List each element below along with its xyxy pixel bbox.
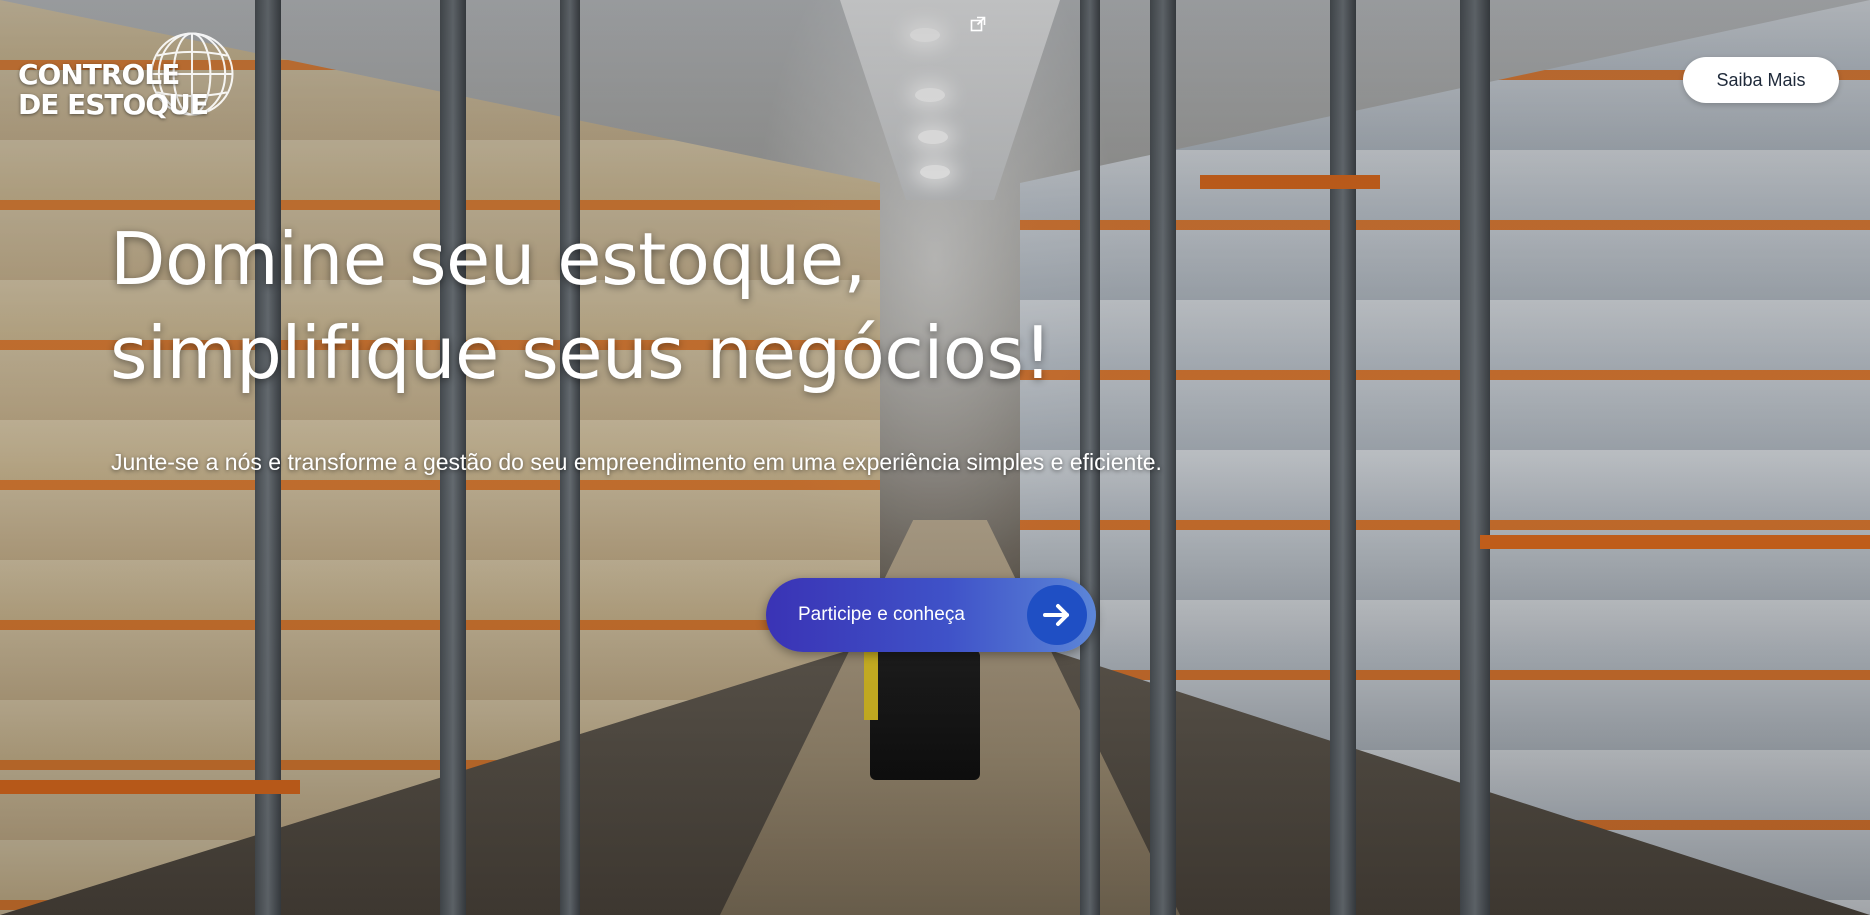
hero-title: Domine seu estoque, simplifique seus neg… — [110, 212, 1052, 400]
logo-text-line2: DE ESTOQUE — [18, 88, 209, 121]
hero-title-line2: simplifique seus negócios! — [110, 311, 1052, 395]
brand-logo[interactable]: CONTROLE DE ESTOQUE — [18, 28, 234, 128]
hero-subtitle: Junte-se a nós e transforme a gestão do … — [111, 449, 1162, 475]
logo-text-line1: CONTROLE — [18, 58, 180, 91]
hero-title-line1: Domine seu estoque, — [110, 217, 866, 301]
participe-button[interactable]: Participe e conheça — [766, 578, 1096, 652]
arrow-right-icon — [1027, 585, 1087, 645]
participe-button-label: Participe e conheça — [798, 604, 965, 625]
popout-icon[interactable] — [970, 16, 986, 32]
saiba-mais-button[interactable]: Saiba Mais — [1683, 57, 1839, 103]
landing-page: CONTROLE DE ESTOQUE Saiba Mais Domine se… — [0, 0, 1870, 915]
